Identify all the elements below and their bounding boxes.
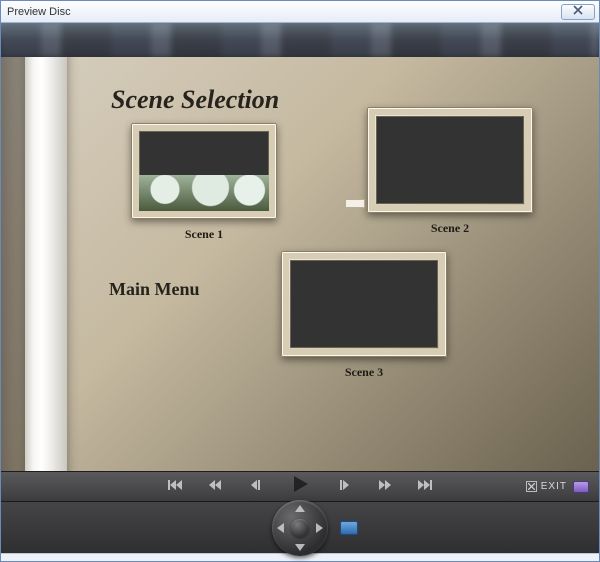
titlebar: Preview Disc <box>1 1 599 23</box>
menu-button[interactable] <box>340 521 358 535</box>
x-box-icon <box>526 481 537 492</box>
step-back-icon <box>249 478 261 496</box>
dpad-left-button[interactable] <box>277 523 284 533</box>
decorative-column <box>25 57 67 471</box>
play-icon <box>290 474 310 499</box>
scene-3-label: Scene 3 <box>281 365 447 380</box>
dpad-down-button[interactable] <box>295 544 305 551</box>
skip-start-button[interactable] <box>166 478 184 496</box>
fast-forward-icon <box>378 478 392 496</box>
play-button[interactable] <box>286 473 314 501</box>
window-glass-strip <box>1 23 599 57</box>
playback-bar: EXIT <box>1 471 599 501</box>
selection-indicator <box>345 199 365 208</box>
exit-label: EXIT <box>541 481 567 492</box>
menu-heading: Scene Selection <box>111 85 279 115</box>
main-menu-link[interactable]: Main Menu <box>109 279 200 300</box>
rewind-icon <box>208 478 222 496</box>
scene-2-thumbnail <box>376 116 524 204</box>
scene-2-label: Scene 2 <box>367 221 533 236</box>
picture-frame <box>131 123 277 219</box>
scene-2-button[interactable]: Scene 2 <box>367 107 533 236</box>
dvd-menu-preview: Scene Selection Main Menu Scene 1 Scene … <box>1 57 599 471</box>
picture-frame <box>367 107 533 213</box>
scene-1-label: Scene 1 <box>131 227 277 242</box>
skip-end-button[interactable] <box>416 478 434 496</box>
rewind-button[interactable] <box>206 478 224 496</box>
step-forward-button[interactable] <box>336 478 354 496</box>
fast-forward-button[interactable] <box>376 478 394 496</box>
exit-button[interactable]: EXIT <box>526 481 567 492</box>
step-back-button[interactable] <box>246 478 264 496</box>
fullscreen-button[interactable] <box>573 481 589 493</box>
skip-end-icon <box>418 478 432 496</box>
scene-3-button[interactable]: Scene 3 <box>281 251 447 380</box>
scene-1-button[interactable]: Scene 1 <box>131 123 277 242</box>
window-title: Preview Disc <box>5 6 561 18</box>
step-forward-icon <box>339 478 351 496</box>
exit-group: EXIT <box>526 472 589 501</box>
navigation-bar <box>1 501 599 553</box>
dpad-up-button[interactable] <box>295 505 305 512</box>
skip-start-icon <box>168 478 182 496</box>
dpad <box>272 500 328 556</box>
preview-disc-window: Preview Disc Scene Selection Main Menu S… <box>0 0 600 562</box>
close-icon <box>573 5 583 18</box>
scene-3-thumbnail <box>290 260 438 348</box>
dpad-right-button[interactable] <box>316 523 323 533</box>
scene-1-thumbnail <box>139 131 269 211</box>
picture-frame <box>281 251 447 357</box>
close-button[interactable] <box>561 4 595 20</box>
dpad-enter-button[interactable] <box>291 519 309 537</box>
